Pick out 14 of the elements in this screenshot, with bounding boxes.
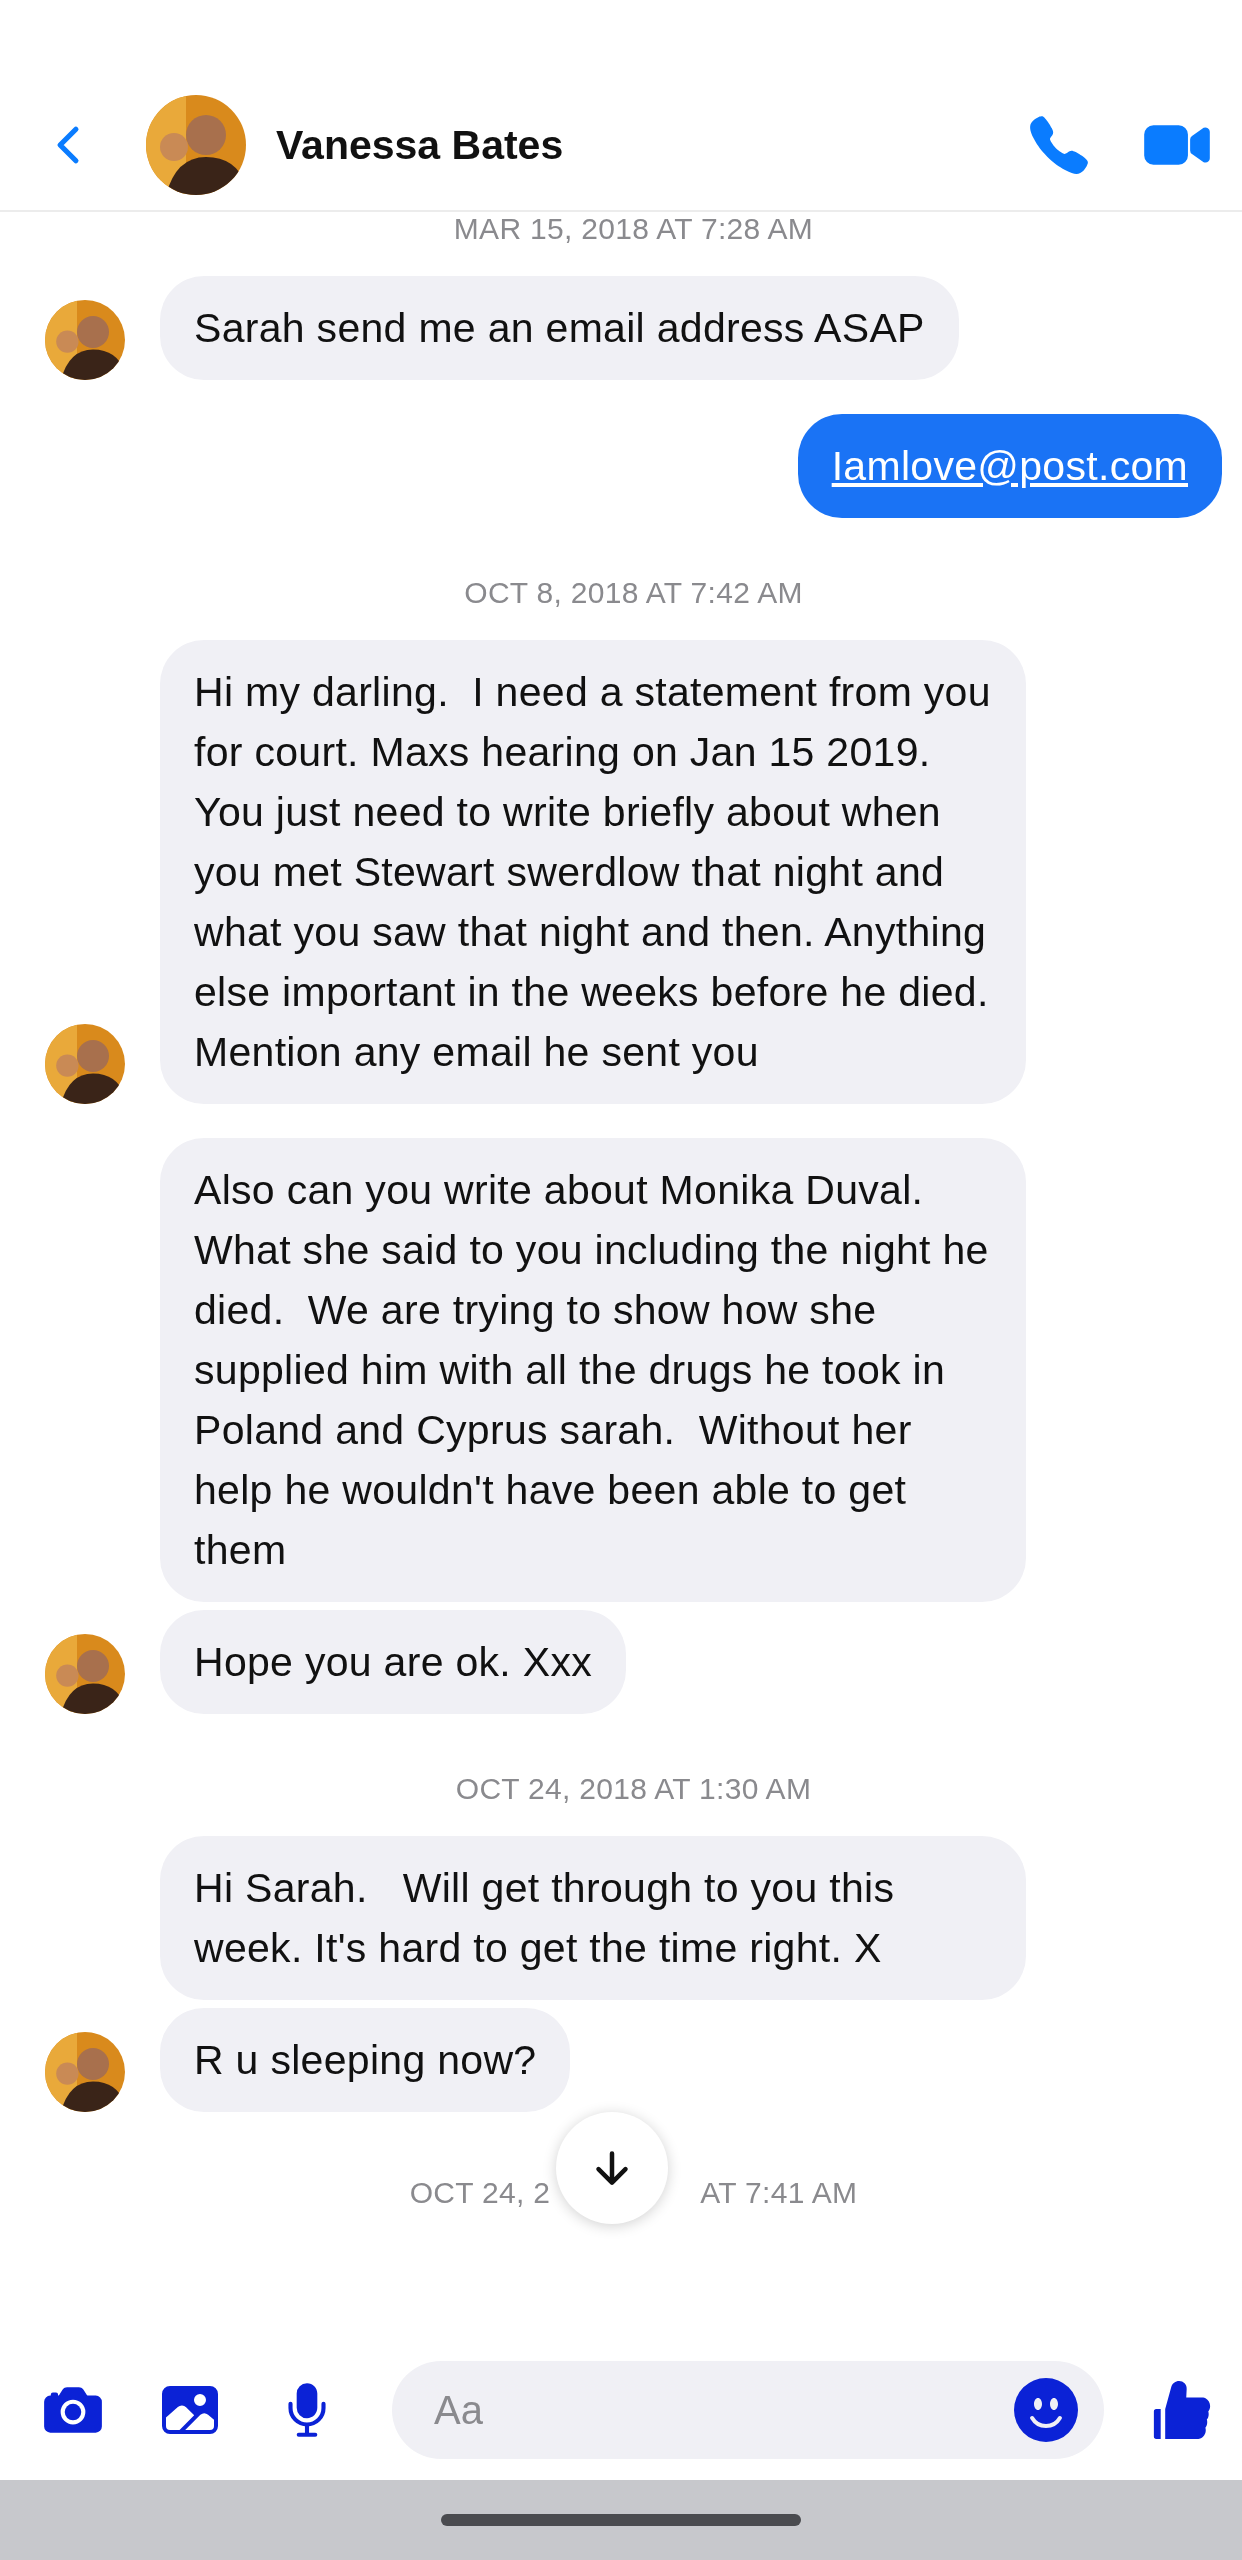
message-field[interactable]: Aa <box>392 2361 1104 2459</box>
timestamp: MAR 15, 2018 AT 7:28 AM <box>453 212 814 245</box>
message-bubble: Sarah send me an email address ASAP <box>160 276 959 380</box>
timestamp: AT 7:41 AM <box>700 2176 858 2210</box>
message-bubble: Hi my darling. I need a statement from you for court. Maxs hearing on Jan 15 2019. You just need to write briefly about when you met Stewart swerdlow that night and what you saw that night and then. Anything else important in the weeks before he died. Mention any email he sent you <box>160 640 1026 1104</box>
message-bubble: Hope you are ok. Xxx <box>160 1610 626 1714</box>
timestamp: OCT 8, 2018 AT 7:42 AM <box>464 576 803 609</box>
contact-name: Vanessa Bates <box>276 121 565 169</box>
message-bubble: R u sleeping now? <box>160 2008 571 2112</box>
timestamp: OCT 24, 2018 AT 1:30 AM <box>455 1772 812 1805</box>
message-bubble: Iamlove@post.com <box>797 414 1222 518</box>
message-bubble: Hi Sarah. Will get through to you this week. It's hard to get the time right. X <box>160 1836 1026 2000</box>
timestamp: OCT 24, 2 <box>409 2176 551 2210</box>
message-bubble: Also can you write about Monika Duval. What she said to you including the night he died. We are trying to show how she supplied him with all the drugs he took in Poland and Cyprus sarah. Without her help he wouldn't have been able to get them <box>160 1138 1026 1602</box>
